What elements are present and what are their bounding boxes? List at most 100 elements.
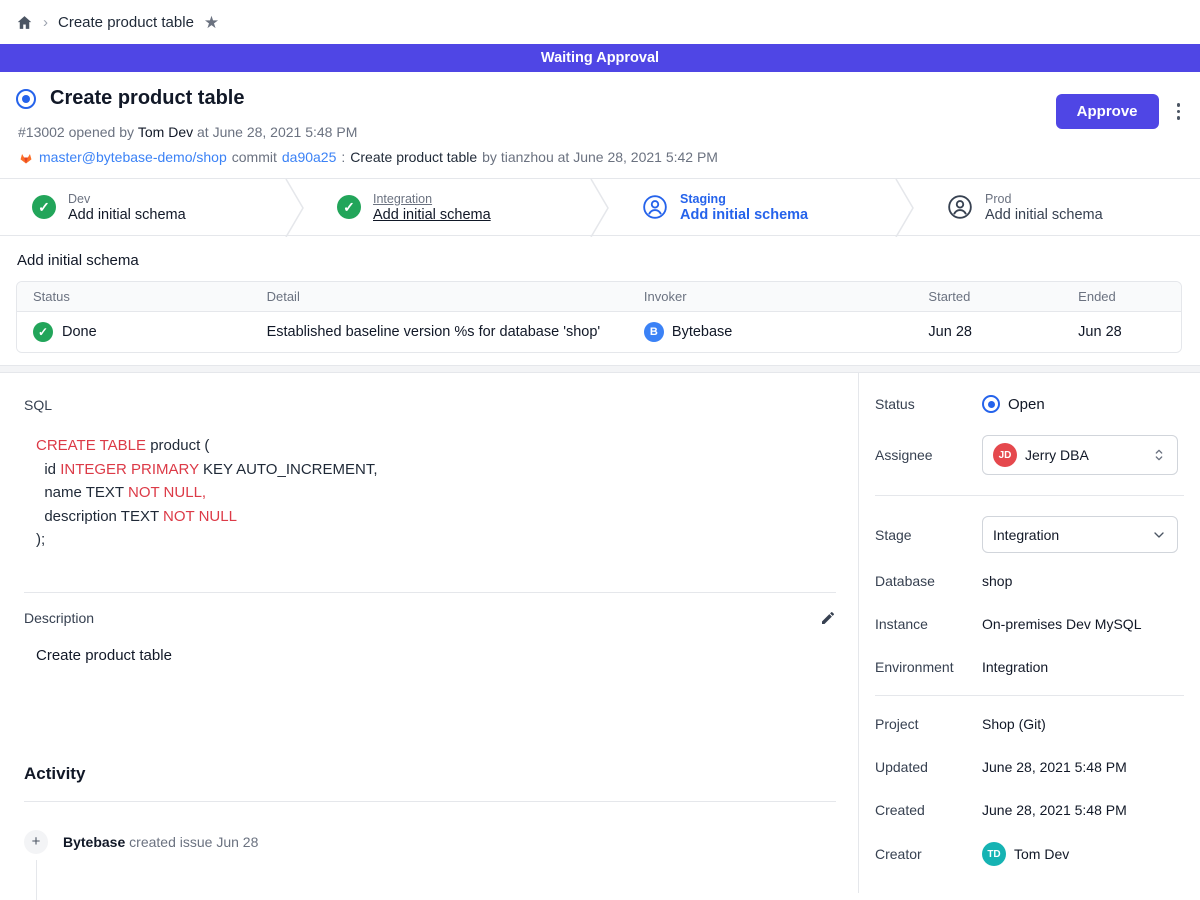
stage-pending-user-icon: [642, 194, 668, 220]
stage-done-icon: ✓: [337, 195, 361, 219]
sql-keyword: NOT NULL: [163, 508, 237, 525]
issue-open-icon: [16, 89, 36, 109]
stage-env-label: Staging: [680, 192, 808, 206]
stage-dev[interactable]: ✓ Dev Add initial schema: [0, 179, 285, 235]
task-started: Jun 28: [912, 314, 1062, 350]
issue-sidebar: Status Open Assignee JD Jerry DBA Stage …: [858, 373, 1200, 893]
table-row[interactable]: ✓ Done Established baseline version %s f…: [17, 312, 1181, 352]
assignee-avatar: JD: [993, 443, 1017, 467]
stage-env-label: Prod: [985, 192, 1103, 206]
description-body[interactable]: Create product table: [36, 647, 834, 664]
instance-value: On-premises Dev MySQL: [982, 616, 1141, 632]
issue-header: Create product table #13002 opened by To…: [0, 72, 1200, 178]
divider: [24, 801, 836, 802]
status-banner-text: Waiting Approval: [541, 50, 659, 66]
gitlab-icon: [18, 150, 34, 165]
database-value: shop: [982, 573, 1012, 589]
git-commit-hash-link[interactable]: da90a25: [282, 149, 337, 165]
issue-creator-name: Tom Dev: [138, 124, 193, 140]
task-section: Add initial schema Status Detail Invoker…: [0, 236, 1200, 353]
stage-task-label: Add initial schema: [985, 207, 1103, 223]
sql-text: );: [36, 531, 45, 548]
column-header-detail: Detail: [251, 282, 628, 311]
stage-staging[interactable]: Staging Add initial schema: [610, 179, 895, 235]
sql-text: KEY AUTO_INCREMENT,: [199, 461, 378, 478]
task-ended: Jun 28: [1062, 314, 1181, 350]
updated-value: June 28, 2021 5:48 PM: [982, 759, 1127, 775]
git-byline: by tianzhou at June 28, 2021 5:42 PM: [482, 149, 718, 165]
divider: [875, 695, 1184, 696]
sql-code-block[interactable]: CREATE TABLE product ( id INTEGER PRIMAR…: [36, 434, 834, 552]
star-icon[interactable]: ★: [204, 14, 219, 31]
assignee-value: Jerry DBA: [1025, 447, 1143, 463]
stage-separator: [590, 179, 610, 237]
created-value: June 28, 2021 5:48 PM: [982, 802, 1127, 818]
activity-actor: Bytebase: [63, 834, 125, 850]
stage-task-label: Add initial schema: [68, 207, 186, 223]
environment-label: Environment: [875, 659, 982, 675]
assignee-label: Assignee: [875, 447, 982, 463]
plus-icon: +: [24, 830, 48, 854]
task-table: Status Detail Invoker Started Ended ✓ Do…: [16, 281, 1182, 353]
issue-id: #13002 opened by: [18, 124, 134, 140]
sql-keyword: CREATE TABLE: [36, 437, 146, 454]
stage-select[interactable]: Integration: [982, 516, 1178, 553]
git-commit-title: Create product table: [350, 149, 477, 165]
assignee-select[interactable]: JD Jerry DBA: [982, 435, 1178, 475]
created-label: Created: [875, 802, 982, 818]
project-value: Shop (Git): [982, 716, 1046, 732]
git-commit-word: commit: [232, 149, 277, 165]
home-icon[interactable]: [16, 14, 33, 31]
stage-label: Stage: [875, 527, 982, 543]
instance-label: Instance: [875, 616, 982, 632]
more-options-icon[interactable]: [1173, 99, 1185, 124]
environment-value: Integration: [982, 659, 1048, 675]
stage-separator: [895, 179, 915, 237]
approve-button[interactable]: Approve: [1056, 94, 1159, 129]
activity-heading: Activity: [24, 764, 834, 784]
activity-item: + Bytebase created issue Jun 28: [24, 830, 834, 854]
task-section-heading: Add initial schema: [17, 252, 1184, 269]
column-header-ended: Ended: [1062, 282, 1181, 311]
creator-avatar: TD: [982, 842, 1006, 866]
open-status-icon: [982, 395, 1000, 413]
breadcrumb-title[interactable]: Create product table: [58, 14, 194, 31]
issue-meta: #13002 opened by Tom Dev at June 28, 202…: [18, 124, 1184, 140]
sql-text: id: [36, 461, 60, 478]
status-label: Status: [875, 396, 982, 412]
edit-pencil-icon[interactable]: [820, 610, 836, 626]
column-header-status: Status: [17, 282, 251, 311]
stage-value: Integration: [993, 527, 1143, 543]
sql-label: SQL: [24, 397, 834, 413]
git-branch-link[interactable]: master@bytebase-demo/shop: [39, 149, 227, 165]
section-divider-strip: [0, 365, 1200, 373]
database-label: Database: [875, 573, 982, 589]
stage-separator: [285, 179, 305, 237]
status-value: Open: [1008, 396, 1045, 413]
issue-title: Create product table: [50, 87, 244, 110]
divider: [875, 495, 1184, 496]
stage-env-label: Dev: [68, 192, 186, 206]
pipeline-bar: ✓ Dev Add initial schema ✓ Integration A…: [0, 178, 1200, 236]
done-check-icon: ✓: [33, 322, 53, 342]
status-banner: Waiting Approval: [0, 44, 1200, 72]
column-header-invoker: Invoker: [628, 282, 913, 311]
sql-keyword: INTEGER PRIMARY: [60, 461, 199, 478]
sql-text: description TEXT: [36, 508, 163, 525]
stage-prod[interactable]: Prod Add initial schema: [915, 179, 1200, 235]
stage-task-label: Add initial schema: [373, 207, 491, 223]
column-header-started: Started: [912, 282, 1062, 311]
git-commit-line: master@bytebase-demo/shop commit da90a25…: [18, 149, 1184, 165]
stage-integration[interactable]: ✓ Integration Add initial schema: [305, 179, 590, 235]
stage-pending-user-icon: [947, 194, 973, 220]
bytebase-avatar: B: [644, 322, 664, 342]
task-table-header: Status Detail Invoker Started Ended: [17, 282, 1181, 312]
stage-done-icon: ✓: [32, 195, 56, 219]
task-detail: Established baseline version %s for data…: [251, 314, 628, 350]
description-label: Description: [24, 610, 94, 626]
chevron-down-icon: [1151, 527, 1167, 543]
task-status: Done: [62, 324, 97, 340]
chevron-right-icon: ›: [43, 14, 48, 31]
creator-value: Tom Dev: [1014, 846, 1069, 862]
project-label: Project: [875, 716, 982, 732]
